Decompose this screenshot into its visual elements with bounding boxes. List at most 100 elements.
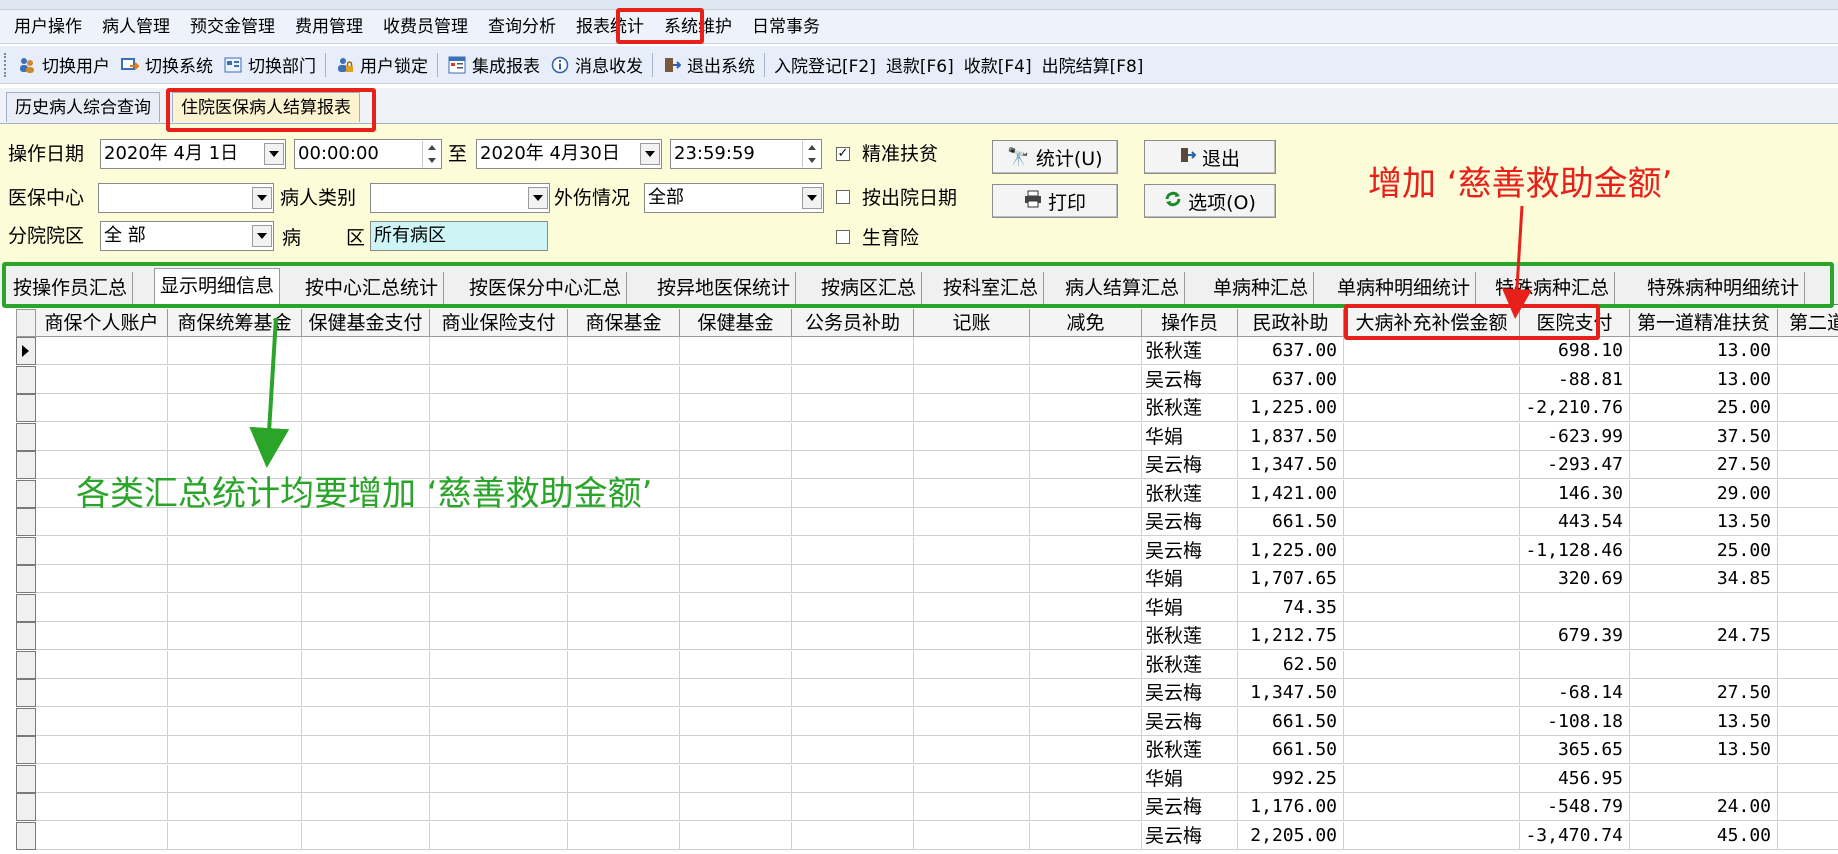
table-cell bbox=[680, 337, 792, 365]
row-selector[interactable] bbox=[16, 394, 36, 422]
column-header[interactable]: 减免 bbox=[1030, 309, 1142, 337]
column-header[interactable]: 商保个人账户 bbox=[36, 309, 168, 337]
time-from-input[interactable]: 00:00:00 bbox=[294, 139, 442, 169]
menu-daily-affairs[interactable]: 日常事务 bbox=[742, 14, 830, 40]
column-header[interactable]: 第二道 bbox=[1778, 309, 1838, 337]
row-selector[interactable] bbox=[16, 565, 36, 593]
precise-poverty-checkbox[interactable]: ✓ bbox=[836, 147, 850, 161]
row-selector[interactable] bbox=[16, 536, 36, 565]
time-spinner-icon[interactable] bbox=[802, 141, 820, 167]
hospital-payment-cell: -1,128.46 bbox=[1520, 536, 1630, 565]
chevron-down-icon[interactable] bbox=[252, 187, 272, 209]
table-cell bbox=[680, 536, 792, 565]
table-cell bbox=[914, 536, 1030, 565]
column-header[interactable]: 第一道精准扶贫 bbox=[1630, 309, 1778, 337]
switch-department-button[interactable]: 切换部门 bbox=[218, 50, 321, 80]
maternity-label: 生育险 bbox=[862, 227, 920, 249]
major-illness-cell bbox=[1344, 679, 1520, 707]
chevron-down-icon[interactable] bbox=[640, 143, 660, 165]
menu-cashier-mgmt[interactable]: 收费员管理 bbox=[373, 14, 478, 40]
admission-register-button[interactable]: 入院登记[F2] bbox=[769, 50, 881, 80]
row-selector[interactable] bbox=[16, 451, 36, 479]
user-lock-button[interactable]: 用户锁定 bbox=[330, 50, 433, 80]
integrated-report-button[interactable]: 集成报表 bbox=[442, 50, 545, 80]
chevron-down-icon[interactable] bbox=[528, 187, 548, 209]
patient-type-select[interactable] bbox=[370, 183, 550, 213]
messaging-button[interactable]: 消息收发 bbox=[545, 50, 648, 80]
exit-system-button[interactable]: 退出系统 bbox=[657, 50, 760, 80]
column-header[interactable]: 保健基金 bbox=[680, 309, 792, 337]
refund-button[interactable]: 退款[F6] bbox=[881, 50, 959, 80]
row-selector[interactable] bbox=[16, 422, 36, 451]
discharge-settlement-button[interactable]: 出院结算[F8] bbox=[1037, 50, 1149, 80]
major-illness-cell bbox=[1344, 707, 1520, 736]
row-selector[interactable] bbox=[16, 593, 36, 622]
column-header[interactable]: 公务员补助 bbox=[792, 309, 914, 337]
branch-label: 分院院区 bbox=[8, 225, 85, 247]
column-header[interactable]: 民政补助 bbox=[1238, 309, 1344, 337]
ward-input[interactable]: 所有病区 bbox=[370, 221, 548, 251]
hospital-payment-cell bbox=[1520, 593, 1630, 622]
switch-system-button[interactable]: 切换系统 bbox=[115, 50, 218, 80]
chevron-down-icon[interactable] bbox=[252, 225, 272, 247]
column-header[interactable]: 保健基金支付 bbox=[302, 309, 430, 337]
column-header[interactable]: 商保统筹基金 bbox=[168, 309, 302, 337]
table-cell bbox=[792, 508, 914, 536]
row-selector[interactable] bbox=[16, 508, 36, 536]
column-header[interactable]: 操作员 bbox=[1142, 309, 1238, 337]
table-cell bbox=[792, 593, 914, 622]
options-button[interactable]: 选项(O) bbox=[1144, 184, 1276, 218]
time-spinner-icon[interactable] bbox=[422, 141, 440, 167]
table-cell bbox=[430, 365, 568, 394]
chevron-down-icon[interactable] bbox=[802, 187, 822, 209]
second-poverty-cell bbox=[1778, 480, 1838, 508]
hospital-payment-cell: -2,210.76 bbox=[1520, 394, 1630, 422]
exit-button[interactable]: 退出 bbox=[1144, 140, 1276, 174]
insurance-center-select[interactable] bbox=[98, 183, 274, 213]
table-cell bbox=[568, 365, 680, 394]
by-discharge-date-checkbox[interactable] bbox=[836, 190, 850, 204]
date-from-picker[interactable]: 2020年 4月 1日 bbox=[100, 139, 286, 169]
first-poverty-cell: 13.00 bbox=[1630, 365, 1778, 394]
row-selector[interactable] bbox=[16, 622, 36, 650]
chevron-down-icon[interactable] bbox=[264, 143, 284, 165]
row-selector[interactable] bbox=[16, 337, 36, 365]
column-header[interactable]: 记账 bbox=[914, 309, 1030, 337]
row-selector[interactable] bbox=[16, 821, 36, 850]
switch-system-icon bbox=[120, 55, 140, 75]
statistics-button[interactable]: 🔭 统计(U) bbox=[992, 140, 1118, 174]
menu-prepayment-mgmt[interactable]: 预交金管理 bbox=[180, 14, 285, 40]
date-to-picker[interactable]: 2020年 4月30日 bbox=[476, 139, 662, 169]
menu-user-ops[interactable]: 用户操作 bbox=[4, 14, 92, 40]
column-header[interactable]: 商业保险支付 bbox=[430, 309, 568, 337]
second-poverty-cell bbox=[1778, 394, 1838, 422]
table-cell bbox=[36, 394, 168, 422]
menu-fee-mgmt[interactable]: 费用管理 bbox=[285, 14, 373, 40]
column-header[interactable]: 商保基金 bbox=[568, 309, 680, 337]
table-cell bbox=[680, 365, 792, 394]
row-selector[interactable] bbox=[16, 365, 36, 394]
row-selector[interactable] bbox=[16, 764, 36, 793]
print-button[interactable]: 打印 bbox=[992, 184, 1118, 218]
second-poverty-cell bbox=[1778, 708, 1838, 736]
row-selector[interactable] bbox=[16, 736, 36, 764]
second-poverty-cell bbox=[1778, 423, 1838, 451]
maternity-checkbox[interactable] bbox=[836, 230, 850, 244]
switch-user-button[interactable]: 切换用户 bbox=[12, 50, 115, 80]
row-selector[interactable] bbox=[16, 679, 36, 707]
table-cell bbox=[36, 565, 168, 593]
menu-patient-mgmt[interactable]: 病人管理 bbox=[92, 14, 180, 40]
time-to-input[interactable]: 23:59:59 bbox=[670, 139, 822, 169]
collect-payment-button[interactable]: 收款[F4] bbox=[959, 50, 1037, 80]
row-selector[interactable] bbox=[16, 650, 36, 679]
row-selector[interactable] bbox=[16, 479, 36, 508]
tab-history-patient-query[interactable]: 历史病人综合查询 bbox=[6, 92, 160, 122]
branch-value: 全 部 bbox=[104, 225, 146, 246]
branch-select[interactable]: 全 部 bbox=[100, 221, 274, 251]
menu-query-analysis[interactable]: 查询分析 bbox=[478, 14, 566, 40]
row-selector[interactable] bbox=[16, 793, 36, 821]
table-cell bbox=[36, 736, 168, 764]
table-cell bbox=[914, 337, 1030, 365]
row-selector[interactable] bbox=[16, 707, 36, 736]
injury-select[interactable]: 全部 bbox=[644, 183, 824, 213]
